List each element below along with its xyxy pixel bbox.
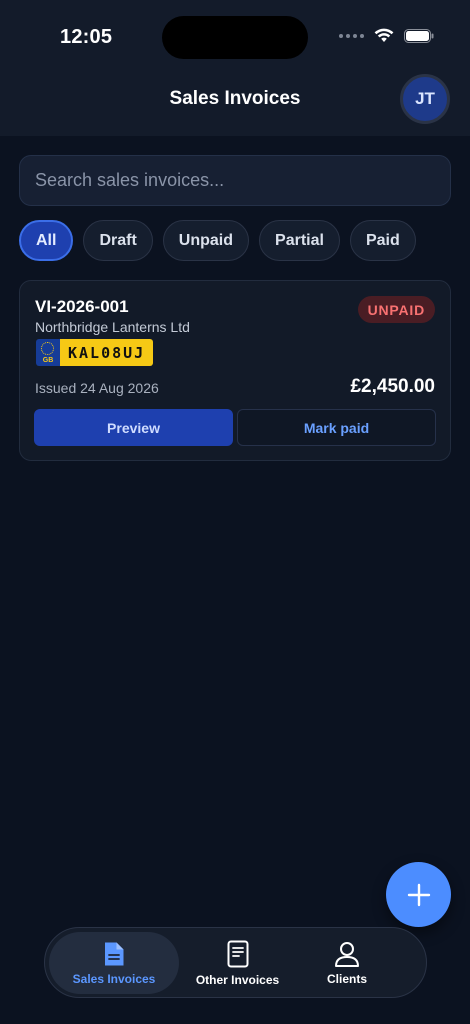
plus-icon <box>407 883 430 906</box>
wifi-icon <box>374 28 394 43</box>
eu-stars-icon <box>41 342 54 355</box>
cellular-signal-icon <box>339 33 364 38</box>
filter-paid[interactable]: Paid <box>349 220 416 261</box>
document-icon <box>105 942 124 965</box>
status-time: 12:05 <box>60 26 113 48</box>
search-input[interactable] <box>20 156 450 205</box>
dynamic-island <box>162 16 308 59</box>
mark-paid-button[interactable]: Mark paid <box>237 409 436 446</box>
invoice-amount: £2,450.00 <box>350 376 435 397</box>
filter-draft[interactable]: Draft <box>83 220 153 261</box>
tab-label-clients: Clients <box>326 971 367 986</box>
filter-unpaid[interactable]: Unpaid <box>162 220 250 261</box>
plate-country-band: GB <box>36 339 60 366</box>
battery-icon <box>404 28 434 43</box>
invoice-issued-date: Issued 24 Aug 2026 <box>35 380 159 396</box>
preview-button[interactable]: Preview <box>34 409 233 446</box>
filter-partial[interactable]: Partial <box>259 220 340 261</box>
number-plate: GB KAL08UJ <box>36 339 154 366</box>
tab-bar: Sales Invoices Other Invoices Clients <box>44 927 427 998</box>
add-invoice-button[interactable] <box>386 862 451 927</box>
screen: 12:05 Sales Invoices JT Search sales inv… <box>0 0 470 1024</box>
invoice-card[interactable]: VI-2026-001 Northbridge Lanterns Ltd UNP… <box>19 280 451 461</box>
tab-label-other: Other Invoices <box>195 972 280 987</box>
filter-chips: All Draft Unpaid Partial Paid <box>19 220 416 261</box>
receipt-icon <box>227 940 248 967</box>
tab-sales-invoices[interactable]: Sales Invoices <box>49 932 179 994</box>
status-icons <box>339 28 434 43</box>
filter-all[interactable]: All <box>19 220 74 261</box>
top-bar: 12:05 Sales Invoices JT <box>0 0 470 136</box>
invoice-client: Northbridge Lanterns Ltd <box>35 319 190 335</box>
status-badge: UNPAID <box>357 296 435 323</box>
tab-other-invoices[interactable]: Other Invoices <box>185 932 290 994</box>
search-field[interactable] <box>19 155 451 206</box>
person-icon <box>335 941 359 967</box>
invoice-number: VI-2026-001 <box>35 297 129 316</box>
avatar[interactable]: JT <box>400 74 450 124</box>
plate-country-code: GB <box>42 357 54 364</box>
plate-registration: KAL08UJ <box>60 339 154 366</box>
tab-label-sales: Sales Invoices <box>72 971 156 986</box>
tab-clients[interactable]: Clients <box>297 932 397 994</box>
